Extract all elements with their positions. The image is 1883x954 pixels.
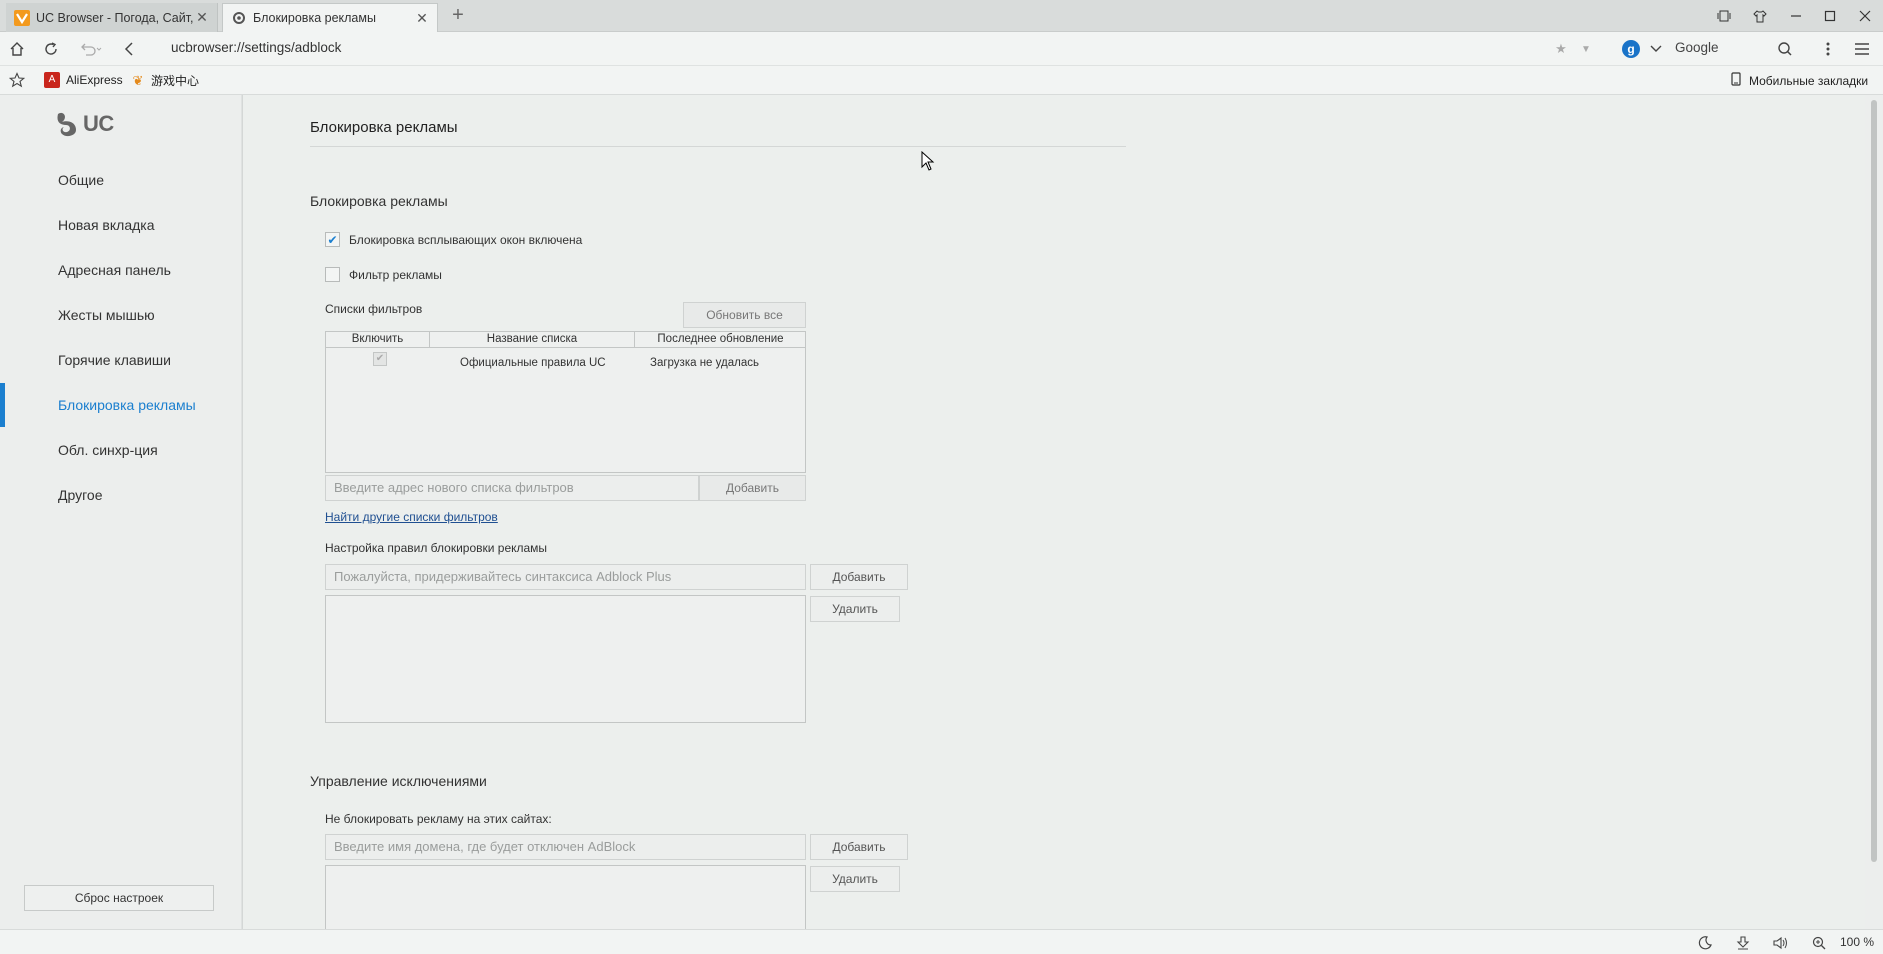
rules-input[interactable]: Пожалуйста, придерживайтесь синтаксиса A… xyxy=(325,564,806,590)
minimize-icon[interactable] xyxy=(1778,0,1814,32)
section-exceptions-heading: Управление исключениями xyxy=(310,773,487,789)
popup-block-checkbox[interactable]: ✔ xyxy=(325,232,340,247)
add-exception-button[interactable]: Добавить xyxy=(810,834,908,860)
back-icon[interactable] xyxy=(118,38,140,60)
title-divider xyxy=(310,146,1126,147)
address-bar: ucbrowser://settings/adblock ★ ▼ g Googl… xyxy=(0,32,1883,66)
page-title: Блокировка рекламы xyxy=(310,119,458,136)
ad-filter-checkbox-row[interactable]: Фильтр рекламы xyxy=(325,267,442,282)
search-icon[interactable] xyxy=(1774,38,1796,60)
row-last-updated: Загрузка не удалась xyxy=(650,357,759,369)
checkbox-label: Блокировка всплывающих окон включена xyxy=(349,232,583,247)
google-account-icon[interactable]: g xyxy=(1622,40,1640,58)
engine-dropdown-icon[interactable] xyxy=(1645,38,1667,60)
uc-squirrel-icon xyxy=(57,112,76,137)
sidebar-item-mouse-gestures[interactable]: Жесты мышью xyxy=(58,307,155,323)
night-mode-moon-icon[interactable] xyxy=(1696,934,1714,952)
rules-label: Настройка правил блокировки рекламы xyxy=(325,541,548,555)
exception-domain-input[interactable]: Введите имя домена, где будет отключен A… xyxy=(325,834,806,860)
bookmark-aliexpress[interactable]: A AliExpress xyxy=(44,72,123,88)
uc-logo: UC xyxy=(54,110,114,138)
close-window-icon[interactable] xyxy=(1847,0,1883,32)
settings-sidebar: UC Общие Новая вкладка Адресная панель Ж… xyxy=(0,95,242,929)
sidebar-item-other[interactable]: Другое xyxy=(58,487,102,503)
add-rule-button[interactable]: Добавить xyxy=(810,564,908,590)
delete-exception-button[interactable]: Удалить xyxy=(810,866,900,892)
refresh-icon[interactable] xyxy=(40,38,62,60)
row-list-name: Официальные правила UC xyxy=(460,357,606,369)
settings-content: Блокировка рекламы Блокировка рекламы ✔ … xyxy=(243,95,1865,929)
find-filter-lists-link[interactable]: Найти другие списки фильтров xyxy=(325,510,498,524)
bookmark-label: Мобильные закладки xyxy=(1749,73,1869,88)
menu-icon[interactable] xyxy=(1851,38,1873,60)
bookmark-label: 游戏中心 xyxy=(151,74,200,88)
skin-shirt-icon[interactable] xyxy=(1742,0,1778,32)
table-header-updated: Последнее обновление xyxy=(635,332,806,348)
sidebar-item-general[interactable]: Общие xyxy=(58,172,104,188)
more-vertical-icon[interactable] xyxy=(1817,38,1839,60)
logo-text: UC xyxy=(83,111,114,136)
exceptions-list[interactable] xyxy=(325,865,806,929)
reset-settings-button[interactable]: Сброс настроек xyxy=(24,885,214,911)
row-enable-checkbox[interactable]: ✔ xyxy=(373,352,387,366)
search-input[interactable]: Google xyxy=(1675,40,1719,55)
exceptions-label: Не блокировать рекламу на этих сайтах: xyxy=(325,812,552,826)
popup-block-checkbox-row[interactable]: ✔ Блокировка всплывающих окон включена xyxy=(325,232,582,247)
status-bar: 100 % xyxy=(0,929,1883,954)
close-tab-icon[interactable]: ✕ xyxy=(415,10,429,27)
section-adblock-heading: Блокировка рекламы xyxy=(310,193,448,209)
mouse-cursor-icon xyxy=(921,150,935,174)
aliexpress-icon: A xyxy=(44,72,60,88)
checkbox-label: Фильтр рекламы xyxy=(349,267,442,282)
zoom-icon[interactable] xyxy=(1810,934,1828,952)
bookmarks-bar: A AliExpress ❦ 游戏中心 Мобильные закладки xyxy=(0,66,1883,95)
scrollbar-thumb[interactable] xyxy=(1871,100,1877,862)
mobile-bookmarks[interactable]: Мобильные закладки xyxy=(1731,72,1868,89)
table-header-name: Название списка xyxy=(430,332,635,348)
new-tab-button[interactable]: + xyxy=(446,4,470,28)
gear-icon xyxy=(231,10,247,26)
add-filter-list-button[interactable]: Добавить xyxy=(699,475,806,501)
ad-filter-checkbox[interactable] xyxy=(325,267,340,282)
download-icon[interactable] xyxy=(1734,934,1752,952)
new-filter-list-input[interactable]: Введите адрес нового списка фильтров xyxy=(325,475,699,501)
phone-icon xyxy=(1731,72,1741,89)
update-all-button[interactable]: Обновить все xyxy=(683,302,806,328)
active-indicator xyxy=(0,383,5,427)
bookmark-star-outline-icon[interactable] xyxy=(9,72,25,88)
tab-title: UC Browser - Погода, Сайт, Н xyxy=(36,10,195,25)
tab-uc-home[interactable]: UC Browser - Погода, Сайт, Н ✕ xyxy=(6,3,218,32)
table-header-enable: Включить xyxy=(326,332,430,348)
home-icon[interactable] xyxy=(6,38,28,60)
filter-lists-label: Списки фильтров xyxy=(325,302,423,316)
sidebar-item-adblock[interactable]: Блокировка рекламы xyxy=(58,397,196,413)
bookmark-label: AliExpress xyxy=(66,73,123,87)
chevron-down-icon[interactable]: ▼ xyxy=(1575,38,1597,60)
tab-title: Блокировка рекламы xyxy=(253,11,376,25)
delete-rule-button[interactable]: Удалить xyxy=(810,596,900,622)
zoom-level: 100 % xyxy=(1840,935,1875,949)
maximize-icon[interactable] xyxy=(1812,0,1848,32)
undo-close-icon[interactable] xyxy=(76,38,106,60)
sound-icon[interactable] xyxy=(1771,934,1789,952)
filter-lists-table: Включить Название списка Последнее обнов… xyxy=(325,331,806,473)
close-tab-icon[interactable]: ✕ xyxy=(195,9,209,26)
bookmark-game-center[interactable]: ❦ 游戏中心 xyxy=(130,72,199,89)
sidebar-item-new-tab[interactable]: Новая вкладка xyxy=(58,217,155,233)
panel-toggle-icon[interactable] xyxy=(1706,0,1742,32)
squirrel-icon: ❦ xyxy=(132,72,144,88)
rules-list[interactable] xyxy=(325,595,806,723)
url-field[interactable]: ucbrowser://settings/adblock xyxy=(171,40,341,55)
tab-bar: UC Browser - Погода, Сайт, Н ✕ Блокировк… xyxy=(0,0,1883,32)
sidebar-item-cloud-sync[interactable]: Обл. синхр-ция xyxy=(58,442,158,458)
tab-adblock-settings[interactable]: Блокировка рекламы ✕ xyxy=(222,3,438,32)
sidebar-item-address-bar[interactable]: Адресная панель xyxy=(58,262,171,278)
sidebar-item-hotkeys[interactable]: Горячие клавиши xyxy=(58,352,171,368)
bookmark-star-icon[interactable]: ★ xyxy=(1550,38,1572,60)
uc-browser-icon xyxy=(14,9,30,26)
